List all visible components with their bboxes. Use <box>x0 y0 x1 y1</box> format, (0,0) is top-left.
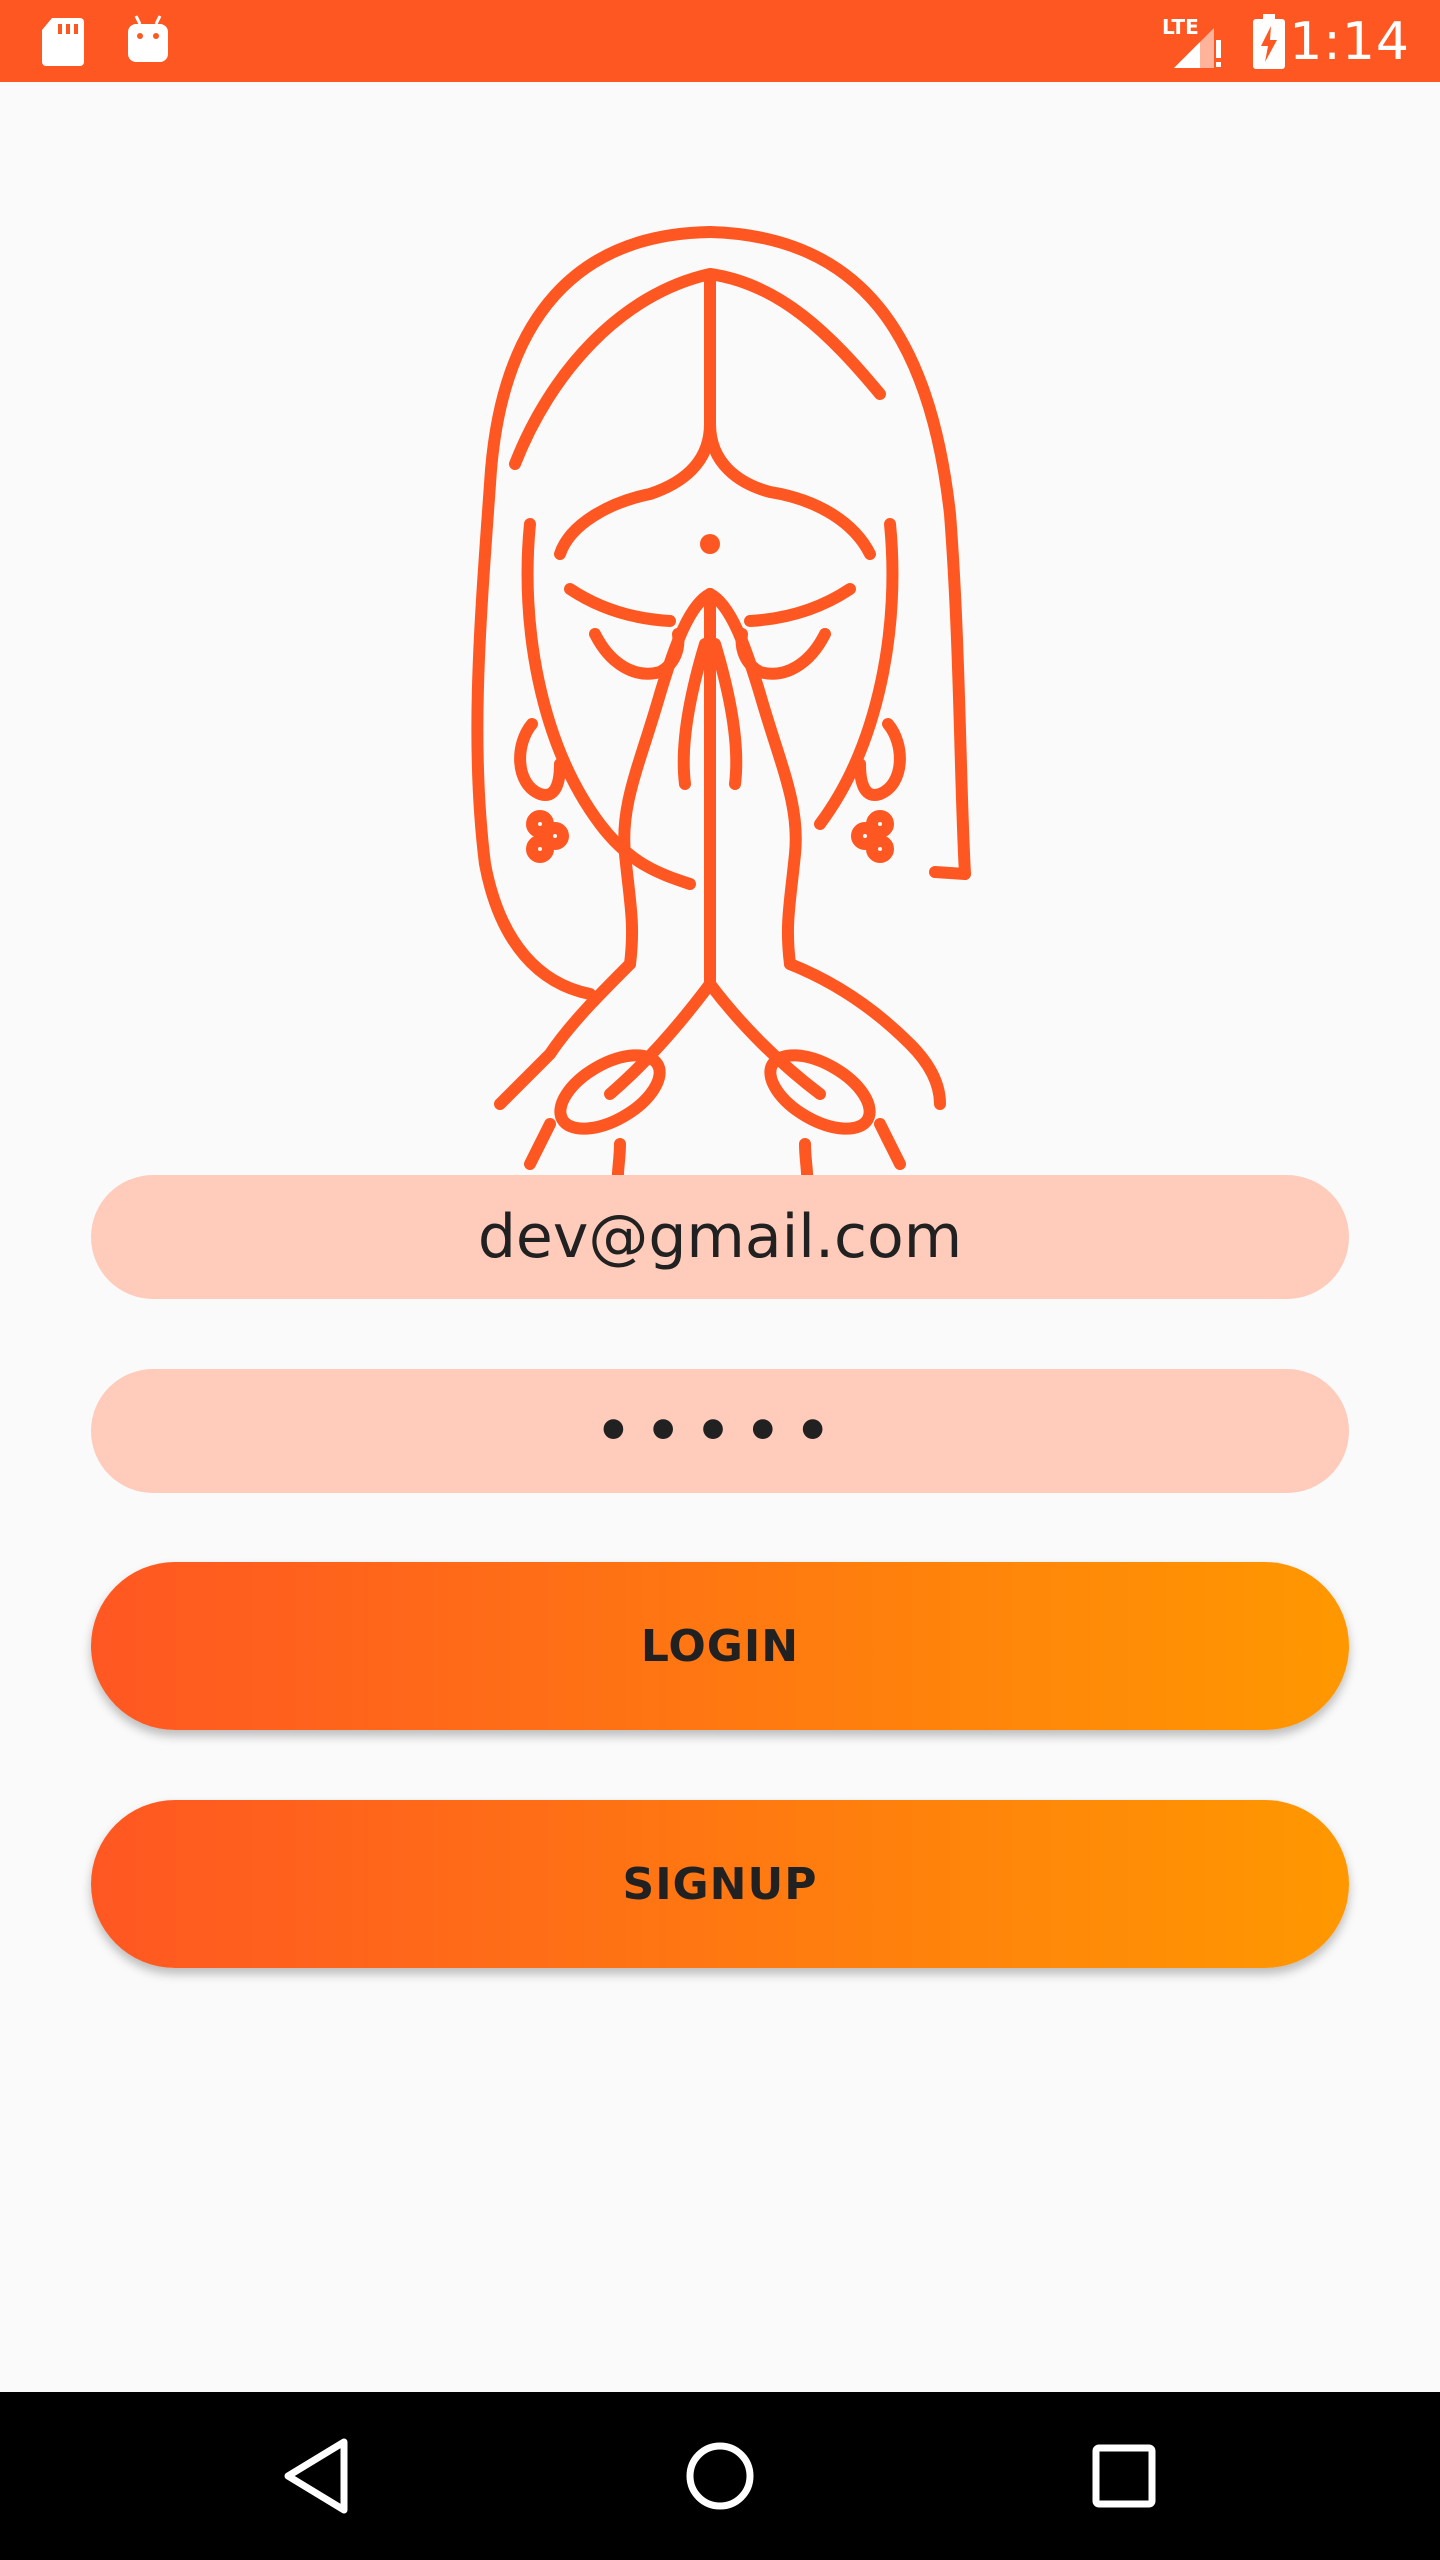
email-input[interactable] <box>91 1174 1349 1300</box>
login-screen: ••••• LOGIN SIGNUP <box>0 82 1440 2392</box>
battery-charging-icon <box>1253 14 1285 69</box>
navigation-bar <box>0 2392 1440 2560</box>
network-type-label: LTE <box>1162 15 1199 39</box>
back-icon[interactable] <box>274 2434 358 2518</box>
signup-button-label: SIGNUP <box>622 1858 818 1910</box>
home-icon[interactable] <box>678 2434 762 2518</box>
email-field[interactable] <box>91 1174 1349 1300</box>
namaste-woman-logo <box>471 226 971 1224</box>
android-icon <box>128 15 168 62</box>
signup-button[interactable]: SIGNUP <box>91 1800 1349 1968</box>
login-button[interactable]: LOGIN <box>91 1562 1349 1730</box>
signal-icon: LTE <box>1162 15 1221 68</box>
sd-card-icon <box>42 18 84 66</box>
status-time: 1:14 <box>1289 12 1410 72</box>
status-bar: LTE 1:14 <box>0 0 1440 82</box>
password-input[interactable]: ••••• <box>596 1399 845 1464</box>
recents-icon[interactable] <box>1082 2434 1166 2518</box>
password-field[interactable]: ••••• <box>91 1369 1349 1493</box>
login-button-label: LOGIN <box>640 1620 800 1672</box>
